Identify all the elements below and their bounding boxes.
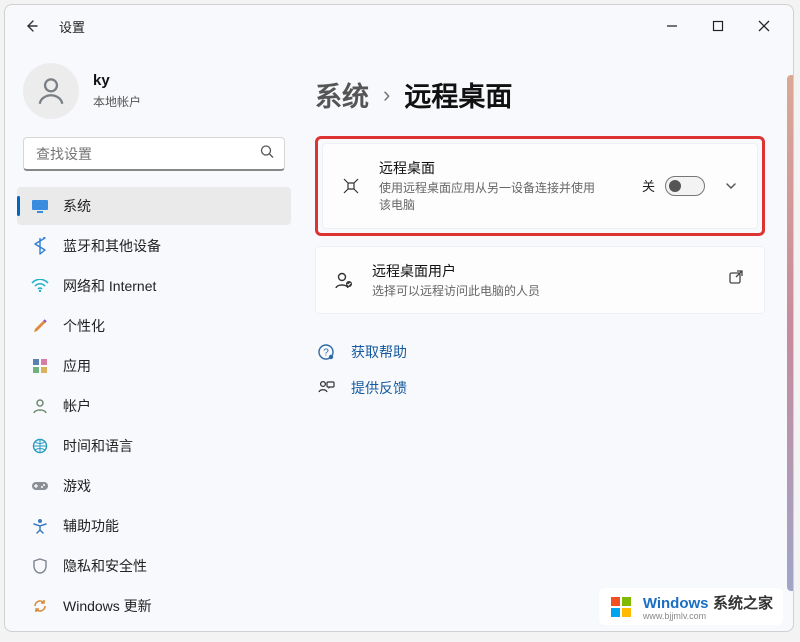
window-controls bbox=[649, 10, 787, 42]
sidebar-item-accounts[interactable]: 帐户 bbox=[17, 387, 291, 425]
card-remote-users[interactable]: 远程桌面用户 选择可以远程访问此电脑的人员 bbox=[315, 246, 765, 315]
open-external-icon bbox=[728, 269, 744, 285]
watermark: Windows 系统之家 www.bjjmlv.com bbox=[599, 588, 783, 625]
desktop-edge bbox=[787, 75, 793, 591]
svg-text:?: ? bbox=[323, 348, 329, 359]
sidebar-item-personalization[interactable]: 个性化 bbox=[17, 307, 291, 345]
search-wrap bbox=[23, 137, 285, 171]
window-title: 设置 bbox=[59, 17, 85, 36]
windows-logo-icon bbox=[609, 594, 635, 620]
sidebar-item-accessibility[interactable]: 辅助功能 bbox=[17, 507, 291, 545]
expand-button[interactable] bbox=[721, 179, 741, 193]
breadcrumb: 系统 › 远程桌面 bbox=[315, 75, 765, 114]
remote-desktop-icon bbox=[339, 175, 363, 197]
nav-list: 系统 蓝牙和其他设备 网络和 Internet 个性化 应用 bbox=[17, 187, 291, 625]
card-title: 远程桌面 bbox=[379, 158, 626, 178]
accessibility-icon bbox=[31, 517, 49, 535]
sidebar-item-label: 系统 bbox=[63, 196, 91, 216]
sidebar-item-label: 个性化 bbox=[63, 316, 105, 336]
watermark-brand1: Windows bbox=[643, 595, 709, 612]
maximize-button[interactable] bbox=[695, 10, 741, 42]
back-button[interactable] bbox=[21, 16, 41, 36]
open-external-button[interactable] bbox=[728, 269, 748, 290]
card-subtitle: 选择可以远程访问此电脑的人员 bbox=[372, 283, 712, 300]
sidebar-item-bluetooth[interactable]: 蓝牙和其他设备 bbox=[17, 227, 291, 265]
sidebar-item-label: 时间和语言 bbox=[63, 436, 133, 456]
highlight-annotation: 远程桌面 使用远程桌面应用从另一设备连接并使用该电脑 关 bbox=[315, 136, 765, 236]
settings-window: 设置 ky 本地帐户 bbox=[4, 4, 794, 632]
link-label: 获取帮助 bbox=[351, 342, 407, 362]
search-input[interactable] bbox=[23, 137, 285, 171]
sidebar-item-gaming[interactable]: 游戏 bbox=[17, 467, 291, 505]
sidebar-item-label: 蓝牙和其他设备 bbox=[63, 236, 161, 256]
shield-icon bbox=[31, 557, 49, 575]
gamepad-icon bbox=[31, 477, 49, 495]
remote-desktop-toggle[interactable] bbox=[665, 176, 705, 196]
sidebar: ky 本地帐户 系统 蓝牙和其他设备 bbox=[5, 47, 295, 631]
titlebar: 设置 bbox=[5, 5, 793, 47]
globe-icon bbox=[31, 437, 49, 455]
person-icon bbox=[34, 74, 68, 108]
sidebar-item-privacy[interactable]: 隐私和安全性 bbox=[17, 547, 291, 585]
toggle-label: 关 bbox=[642, 176, 655, 195]
main-content: 系统 › 远程桌面 远程桌面 使用远程桌面应用从另一设备连接并使用该电脑 关 bbox=[295, 47, 793, 631]
bluetooth-icon bbox=[31, 237, 49, 255]
card-title: 远程桌面用户 bbox=[372, 261, 712, 281]
person-outline-icon bbox=[31, 397, 49, 415]
sidebar-item-label: 辅助功能 bbox=[63, 516, 119, 536]
chevron-down-icon bbox=[724, 179, 738, 193]
display-icon bbox=[31, 197, 49, 215]
card-remote-desktop[interactable]: 远程桌面 使用远程桌面应用从另一设备连接并使用该电脑 关 bbox=[322, 143, 758, 229]
user-panel[interactable]: ky 本地帐户 bbox=[17, 55, 291, 137]
user-type: 本地帐户 bbox=[93, 93, 141, 110]
update-icon bbox=[31, 597, 49, 615]
apps-icon bbox=[31, 357, 49, 375]
card-subtitle: 使用远程桌面应用从另一设备连接并使用该电脑 bbox=[379, 180, 599, 214]
feedback-icon bbox=[315, 379, 337, 397]
link-get-help[interactable]: ? 获取帮助 bbox=[315, 342, 765, 362]
breadcrumb-current: 远程桌面 bbox=[404, 75, 512, 114]
search-icon bbox=[259, 144, 275, 165]
arrow-left-icon bbox=[23, 18, 39, 34]
sidebar-item-label: Windows 更新 bbox=[63, 596, 152, 616]
watermark-brand2: 系统之家 bbox=[713, 595, 773, 612]
avatar bbox=[23, 63, 79, 119]
sidebar-item-network[interactable]: 网络和 Internet bbox=[17, 267, 291, 305]
toggle-knob bbox=[669, 180, 681, 192]
sidebar-item-system[interactable]: 系统 bbox=[17, 187, 291, 225]
minimize-button[interactable] bbox=[649, 10, 695, 42]
user-name: ky bbox=[93, 72, 141, 89]
paintbrush-icon bbox=[31, 317, 49, 335]
wifi-icon bbox=[31, 277, 49, 295]
breadcrumb-separator: › bbox=[383, 82, 390, 108]
maximize-icon bbox=[712, 20, 724, 32]
help-icon: ? bbox=[315, 343, 337, 361]
sidebar-item-label: 网络和 Internet bbox=[63, 276, 156, 296]
sidebar-item-label: 应用 bbox=[63, 356, 91, 376]
sidebar-item-windows-update[interactable]: Windows 更新 bbox=[17, 587, 291, 625]
breadcrumb-parent[interactable]: 系统 bbox=[315, 75, 369, 114]
help-links: ? 获取帮助 提供反馈 bbox=[315, 342, 765, 398]
minimize-icon bbox=[666, 20, 678, 32]
sidebar-item-label: 隐私和安全性 bbox=[63, 556, 147, 576]
sidebar-item-label: 游戏 bbox=[63, 476, 91, 496]
close-button[interactable] bbox=[741, 10, 787, 42]
sidebar-item-label: 帐户 bbox=[63, 396, 91, 416]
sidebar-item-time-language[interactable]: 时间和语言 bbox=[17, 427, 291, 465]
users-icon bbox=[332, 269, 356, 291]
link-label: 提供反馈 bbox=[351, 378, 407, 398]
link-feedback[interactable]: 提供反馈 bbox=[315, 378, 765, 398]
sidebar-item-apps[interactable]: 应用 bbox=[17, 347, 291, 385]
close-icon bbox=[758, 20, 770, 32]
